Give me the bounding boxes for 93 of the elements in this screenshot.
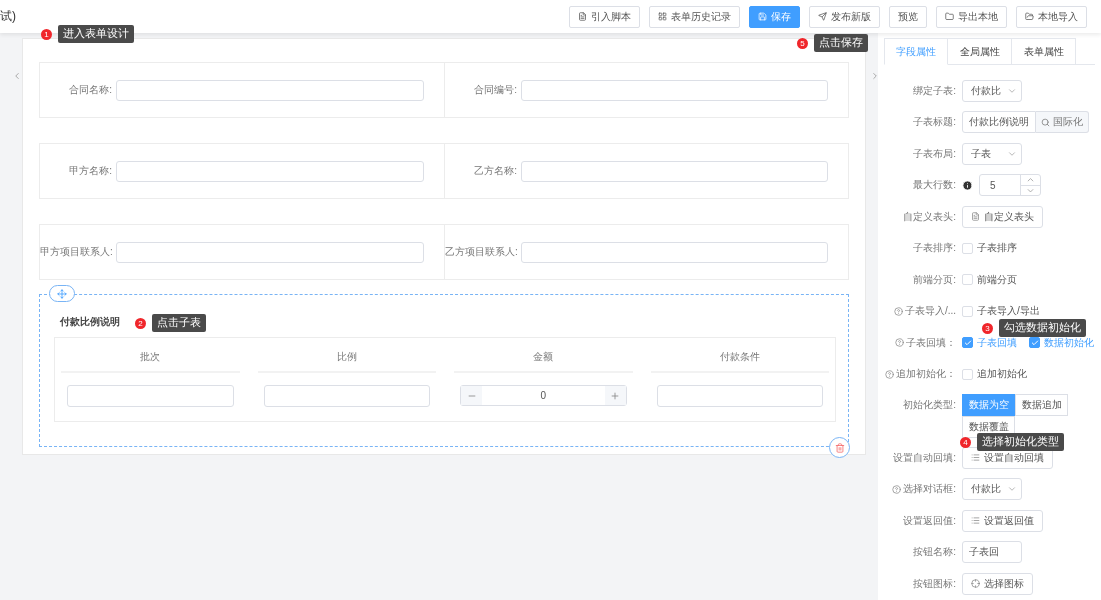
field-label: 合同名称:: [68, 83, 112, 97]
toolbar-button[interactable]: 发布新版: [809, 5, 880, 28]
search-icon: [1041, 117, 1050, 127]
field-label: 子表排序:: [913, 241, 956, 256]
panel-tab[interactable]: 表单属性: [1012, 38, 1076, 65]
field-label: 自定义表头:: [903, 209, 956, 224]
field-label: 最大行数:: [913, 178, 956, 193]
toolbar-button[interactable]: 预览: [889, 5, 927, 28]
panel-tab[interactable]: 全局属性: [948, 38, 1012, 65]
trash-icon: [834, 442, 845, 453]
button-icon: [971, 453, 980, 463]
field-label: 初始化类型:: [903, 398, 956, 412]
input-field[interactable]: [116, 160, 424, 182]
step-tooltip: 点击保存: [814, 34, 868, 52]
step-tooltip: 勾选数据初始化: [999, 319, 1086, 337]
checkbox[interactable]: [962, 337, 973, 349]
select-field[interactable]: 付款比: [962, 79, 1022, 102]
step-tooltip: 进入表单设计: [58, 25, 134, 43]
button-icon: [658, 12, 667, 21]
button-icon: [758, 12, 767, 21]
toolbar-button[interactable]: 表单历史记录: [649, 5, 740, 28]
column-header: 金额: [454, 346, 633, 373]
button-icon: [1025, 12, 1034, 21]
select-field[interactable]: 子表: [962, 142, 1022, 165]
field-label: 乙方项目联系人:: [445, 245, 517, 259]
column-header: 批次: [61, 346, 240, 373]
toolbar-button[interactable]: 导出本地: [936, 5, 1007, 28]
button-icon: [578, 12, 587, 21]
decrement-button[interactable]: [461, 386, 482, 405]
step-badge: 3: [982, 322, 993, 334]
field-label: 子表回填：: [906, 335, 956, 350]
field-label: 子表标题:: [913, 115, 956, 130]
select-field[interactable]: 付款比: [962, 478, 1022, 501]
action-button[interactable]: 设置返回值: [962, 509, 1043, 532]
input-field[interactable]: [521, 241, 828, 263]
segment-option[interactable]: 数据追加: [1015, 394, 1068, 416]
field-label: 追加初始化：: [896, 367, 956, 382]
input-field[interactable]: [521, 160, 828, 182]
field-label: 设置返回值:: [903, 513, 956, 528]
field-label: 按钮名称:: [913, 545, 956, 560]
action-button[interactable]: 自定义表头: [962, 205, 1043, 228]
field-label: 设置自动回填:: [893, 450, 956, 465]
page-title: 试): [0, 8, 16, 25]
checkbox-label[interactable]: 子表导入/导出: [962, 304, 1040, 319]
field-label: 乙方名称:: [473, 164, 517, 178]
field-label: 甲方名称:: [68, 164, 112, 178]
step-badge: 5: [797, 37, 808, 49]
input-field[interactable]: 子表回: [962, 541, 1022, 564]
action-button[interactable]: 选择图标: [962, 572, 1033, 595]
field-label: 甲方项目联系人:: [40, 245, 112, 259]
field-label: 子表布局:: [913, 146, 956, 161]
button-icon: [971, 212, 980, 222]
input-field[interactable]: 付款比例说明: [962, 111, 1036, 134]
button-icon: [971, 579, 980, 589]
i18n-button[interactable]: 国际化: [1036, 111, 1089, 134]
plus-icon: [610, 390, 620, 401]
checkbox-label[interactable]: 前端分页: [962, 272, 1017, 287]
button-icon: [818, 12, 827, 21]
toolbar-button[interactable]: 本地导入: [1016, 5, 1087, 28]
field-label: 子表导入/...: [904, 304, 956, 319]
step-badge: 2: [135, 317, 146, 329]
button-icon: [971, 516, 980, 526]
move-handle[interactable]: [49, 285, 75, 302]
checkbox-label[interactable]: 子表排序: [962, 241, 1017, 256]
input-field[interactable]: [67, 385, 234, 407]
input-field[interactable]: [263, 385, 430, 407]
checkbox-label[interactable]: 追加初始化: [962, 367, 1027, 382]
step-tooltip: 选择初始化类型: [977, 433, 1064, 451]
toolbar-button[interactable]: 引入脚本: [569, 5, 640, 28]
input-field[interactable]: [656, 385, 823, 407]
collapse-right-icon[interactable]: [870, 71, 880, 81]
step-badge: 4: [960, 436, 971, 448]
field-label: 合同编号:: [473, 83, 517, 97]
increment-button[interactable]: [604, 386, 626, 405]
collapse-left-icon[interactable]: [12, 71, 22, 81]
field-label: 按钮图标:: [913, 576, 956, 591]
button-icon: [945, 12, 954, 21]
input-field[interactable]: [116, 79, 424, 101]
column-header: 比例: [257, 346, 436, 373]
step-badge: 1: [41, 28, 52, 40]
subtable-title: 付款比例说明: [60, 315, 120, 329]
column-header: 付款条件: [650, 346, 829, 373]
field-label: 选择对话框:: [903, 482, 956, 497]
step-tooltip: 点击子表: [152, 314, 206, 332]
number-input[interactable]: 0: [460, 385, 627, 406]
number-input[interactable]: 5: [979, 174, 1041, 197]
field-label: 绑定子表:: [913, 83, 956, 98]
input-field[interactable]: [521, 79, 828, 101]
field-label: 前端分页:: [913, 272, 956, 287]
move-icon: [57, 288, 67, 299]
delete-button[interactable]: [829, 437, 850, 458]
number-value: 0: [539, 390, 548, 401]
input-field[interactable]: [116, 241, 424, 263]
